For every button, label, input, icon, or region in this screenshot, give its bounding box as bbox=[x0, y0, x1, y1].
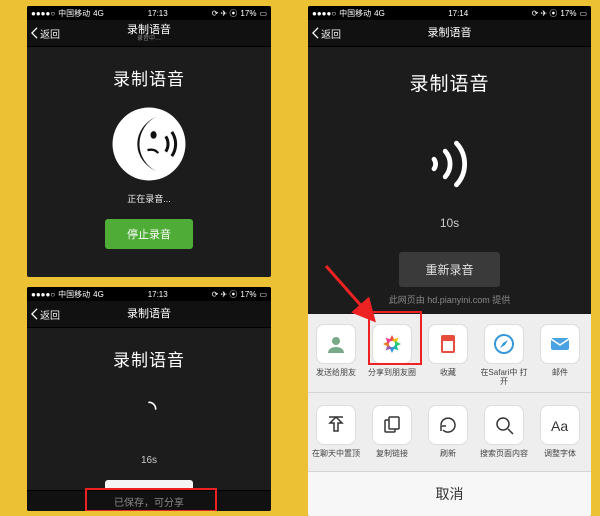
favorite-icon bbox=[428, 324, 468, 364]
nav-bar: 返回 录制语音 录音中… bbox=[27, 20, 271, 47]
phone-share-sheet: ●●●●○ 中国移动 4G 17:14 ⟳ ✈︎ ⦿ 17% ▭ 返回 录制语音… bbox=[308, 6, 591, 516]
copy-link-icon bbox=[372, 405, 412, 445]
sheet-item-refresh[interactable]: 刷新 bbox=[420, 405, 476, 467]
nav-bar: 返回 录制语音 bbox=[27, 301, 271, 328]
sheet-item-pin-top[interactable]: 在聊天中置顶 bbox=[308, 405, 364, 467]
sheet-item-label: 发送给朋友 bbox=[310, 368, 362, 386]
cancel-button[interactable]: 取消 bbox=[308, 471, 591, 516]
duration-label: 16s bbox=[141, 455, 157, 466]
duration-label: 10s bbox=[440, 216, 459, 230]
provider-text: 此网页由 hd.pianyini.com 提供 bbox=[308, 287, 591, 314]
sound-waves-icon bbox=[418, 132, 482, 196]
sheet-item-label: 分享到手机Q bbox=[590, 368, 591, 386]
moments-icon bbox=[372, 324, 412, 364]
page-title: 录制语音 bbox=[409, 69, 489, 96]
sheet-item-font-size[interactable]: Aa 调整字体 bbox=[532, 405, 588, 467]
stop-recording-button[interactable]: 停止录音 bbox=[105, 219, 193, 249]
sheet-item-wechat-friend[interactable]: 发送给朋友 bbox=[308, 324, 364, 386]
safari-icon bbox=[484, 324, 524, 364]
nav-title: 录制语音 bbox=[127, 308, 171, 320]
nav-title: 录制语音 bbox=[428, 27, 472, 39]
sheet-item-label: 搜索页面内容 bbox=[478, 449, 530, 467]
sheet-item-copy-link[interactable]: 复制链接 bbox=[364, 405, 420, 467]
back-button[interactable]: 返回 bbox=[31, 26, 60, 41]
nav-title: 录制语音 bbox=[127, 24, 171, 36]
sheet-item-label: 收藏 bbox=[422, 368, 474, 386]
svg-text:Aa: Aa bbox=[551, 418, 568, 434]
sheet-item-label: 复制链接 bbox=[366, 449, 418, 467]
font-size-icon: Aa bbox=[540, 405, 580, 445]
rerecord-button[interactable]: 重新录音 bbox=[399, 252, 499, 287]
sheet-item-favorite[interactable]: 收藏 bbox=[420, 324, 476, 386]
status-time: 17:13 bbox=[148, 9, 168, 18]
share-row: 发送给朋友分享到朋友圈收藏在Safari中 打开邮件 分享到手机Q bbox=[308, 314, 591, 390]
page-title: 录制语音 bbox=[113, 346, 185, 371]
page-title: 录制语音 bbox=[113, 65, 185, 90]
sheet-item-qq[interactable]: 分享到手机Q bbox=[588, 324, 591, 386]
wechat-friend-icon bbox=[316, 324, 356, 364]
pin-top-icon bbox=[316, 405, 356, 445]
status-bar: ●●●●○ 中国移动 4G 17:14 ⟳ ✈︎ ⦿ 17% ▭ bbox=[308, 6, 591, 20]
sheet-item-label: 在聊天中置顶 bbox=[310, 449, 362, 467]
sheet-item-mail[interactable]: 邮件 bbox=[532, 324, 588, 386]
status-time: 17:13 bbox=[148, 290, 168, 299]
status-bar: ●●●●○ 中国移动 4G 17:13 ⟳ ✈︎ ⦿ 17% ▭ bbox=[27, 287, 271, 301]
sheet-item-label: 调整字体 bbox=[534, 449, 586, 467]
back-button[interactable]: 返回 bbox=[312, 26, 341, 41]
mail-icon bbox=[540, 324, 580, 364]
recording-status: 正在录音... bbox=[127, 192, 171, 205]
status-bar: ●●●●○ 中国移动 4G 17:13 ⟳ ✈︎ ⦿ 17% ▭ bbox=[27, 6, 271, 20]
phone-recording: ●●●●○ 中国移动 4G 17:13 ⟳ ✈︎ ⦿ 17% ▭ 返回 录制语音… bbox=[27, 6, 271, 277]
action-row: 在聊天中置顶复制链接刷新搜索页面内容 Aa 调整字体阅读 bbox=[308, 395, 591, 471]
back-button[interactable]: 返回 bbox=[31, 307, 60, 322]
saved-share-bar[interactable]: 已保存，可分享 bbox=[27, 490, 271, 511]
sheet-item-read-mode[interactable]: 阅读 bbox=[588, 405, 591, 467]
sheet-item-safari[interactable]: 在Safari中 打开 bbox=[476, 324, 532, 386]
sheet-item-label: 刷新 bbox=[422, 449, 474, 467]
share-sheet: 发送给朋友分享到朋友圈收藏在Safari中 打开邮件 分享到手机Q 在聊天中置顶复… bbox=[308, 314, 591, 516]
sheet-item-moments[interactable]: 分享到朋友圈 bbox=[364, 324, 420, 386]
search-page-icon bbox=[484, 405, 524, 445]
nav-bar: 返回 录制语音 bbox=[308, 20, 591, 47]
sheet-item-label: 在Safari中 打开 bbox=[478, 368, 530, 386]
recording-face-icon bbox=[111, 106, 187, 182]
nav-subtitle: 录音中… bbox=[127, 36, 171, 43]
sheet-item-label: 邮件 bbox=[534, 368, 586, 386]
loading-spinner-icon bbox=[141, 401, 157, 417]
sheet-item-search-page[interactable]: 搜索页面内容 bbox=[476, 405, 532, 467]
refresh-icon bbox=[428, 405, 468, 445]
status-time: 17:14 bbox=[448, 9, 468, 18]
phone-saved: ●●●●○ 中国移动 4G 17:13 ⟳ ✈︎ ⦿ 17% ▭ 返回 录制语音… bbox=[27, 287, 271, 511]
sheet-item-label: 阅读 bbox=[590, 449, 591, 467]
sheet-item-label: 分享到朋友圈 bbox=[366, 368, 418, 386]
